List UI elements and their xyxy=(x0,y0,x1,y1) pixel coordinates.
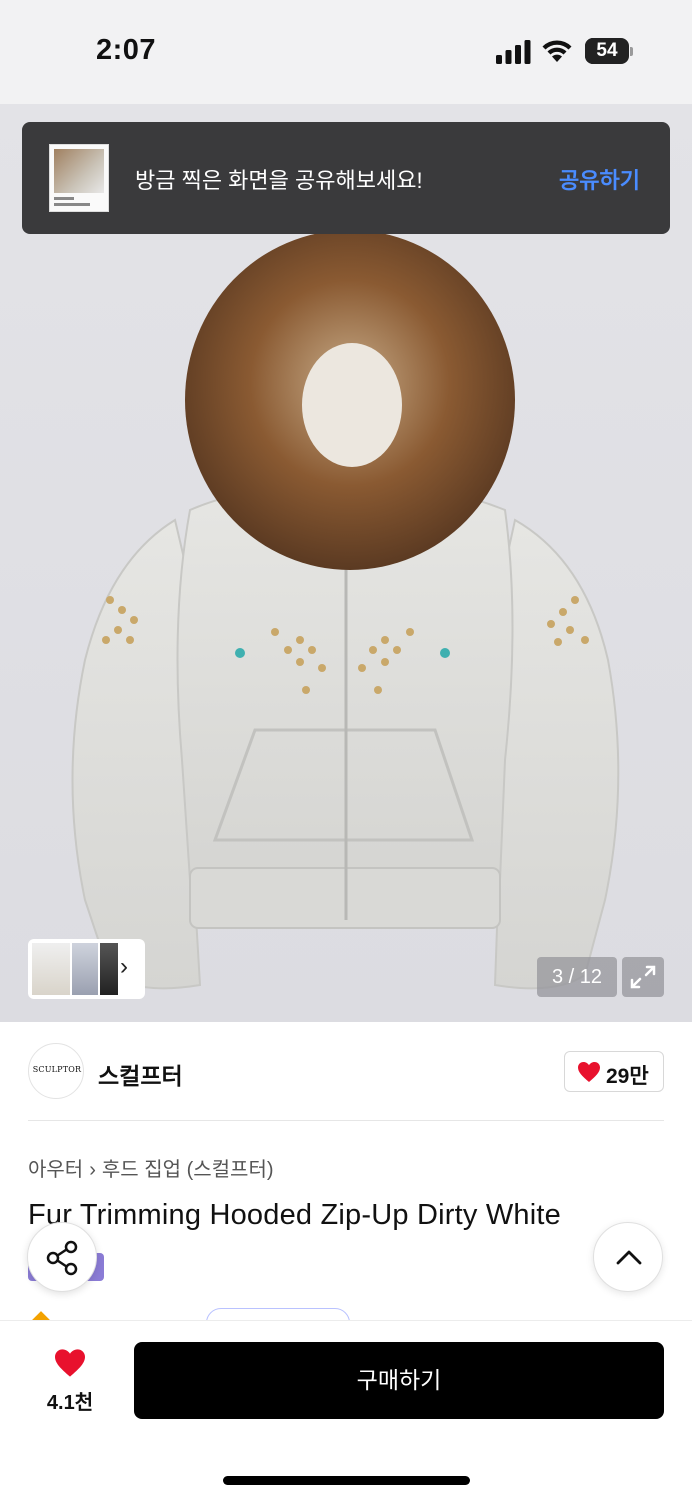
share-button[interactable] xyxy=(27,1222,97,1292)
favorite-button[interactable]: 4.1천 xyxy=(40,1346,100,1416)
product-image[interactable] xyxy=(0,104,692,1022)
wifi-icon xyxy=(542,40,572,62)
expand-button[interactable] xyxy=(622,957,664,997)
expand-icon xyxy=(630,965,656,989)
breadcrumb: 아우터 › 후드 집업 (스컬프터) xyxy=(28,1153,274,1182)
chevron-up-icon xyxy=(616,1250,642,1265)
chevron-right-icon: › xyxy=(120,953,128,980)
breadcrumb-separator: › xyxy=(89,1159,96,1181)
jacket-photo xyxy=(71,230,620,990)
breadcrumb-level1[interactable]: 아우터 xyxy=(28,1159,83,1181)
brand-like-button[interactable]: 29만 xyxy=(564,1051,664,1092)
heart-icon xyxy=(578,1062,600,1082)
breadcrumb-level2[interactable]: 후드 집업 (스컬프터) xyxy=(102,1159,274,1181)
buy-button[interactable]: 구매하기 xyxy=(134,1342,664,1419)
heart-icon xyxy=(55,1349,85,1377)
share-icon xyxy=(46,1240,78,1276)
share-now-button[interactable]: 공유하기 xyxy=(559,163,640,195)
image-counter: 3 / 12 xyxy=(537,957,617,997)
toast-message: 방금 찍은 화면을 공유해보세요! xyxy=(135,168,423,193)
screenshot-thumbnail xyxy=(49,144,109,212)
share-toast: 방금 찍은 화면을 공유해보세요! 공유하기 xyxy=(22,122,670,234)
favorite-count: 4.1천 xyxy=(46,1392,94,1414)
home-indicator xyxy=(223,1476,470,1485)
brand-name[interactable]: 스컬프터 xyxy=(98,1057,183,1091)
scroll-top-button[interactable] xyxy=(593,1222,663,1292)
status-bar: 2:07 54 xyxy=(0,0,692,104)
product-title: Fur Trimming Hooded Zip-Up Dirty White xyxy=(28,1199,561,1231)
brand-logo-text: SCULPTOR xyxy=(32,1065,82,1074)
divider xyxy=(28,1120,664,1121)
cellular-signal-icon xyxy=(496,40,531,64)
battery-percent: 54 xyxy=(596,40,618,61)
battery-indicator: 54 xyxy=(585,38,633,64)
gallery-thumbnails-button[interactable]: › xyxy=(28,939,145,999)
status-time: 2:07 xyxy=(96,34,157,66)
brand-like-count: 29만 xyxy=(606,1065,649,1088)
brand-logo[interactable]: SCULPTOR xyxy=(28,1043,84,1099)
